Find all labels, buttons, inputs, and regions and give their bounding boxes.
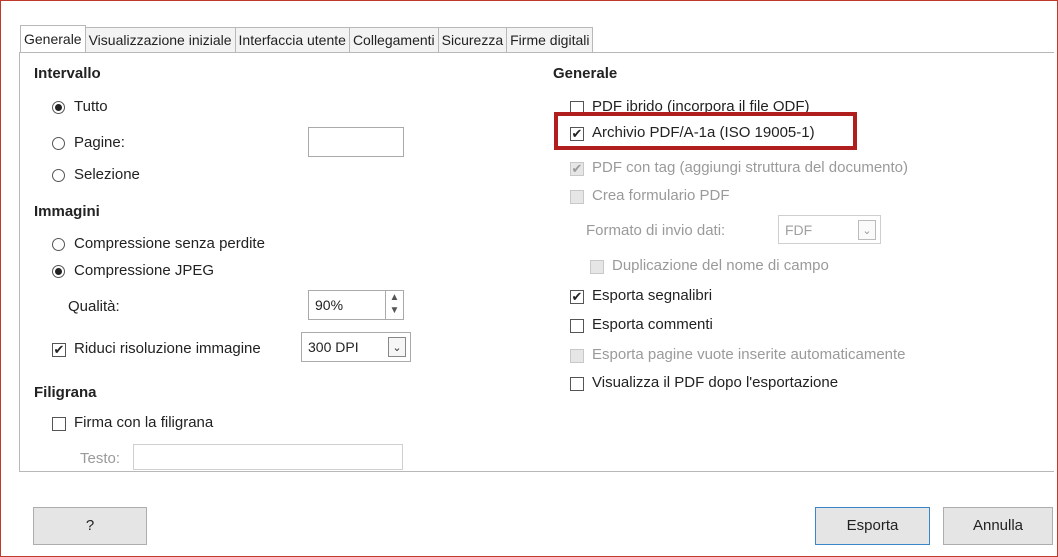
pagine-vuote-row[interactable]: Esporta pagine vuote inserite automatica… [570, 346, 990, 366]
qualita-value: 90% [315, 297, 344, 313]
radio-lossless-row[interactable]: Compressione senza perdite [52, 235, 352, 255]
visualizza-checkbox[interactable] [570, 377, 584, 391]
formulario-checkbox[interactable] [570, 190, 584, 204]
archivio-checkbox[interactable]: ✔ [570, 127, 584, 141]
duplicazione-row[interactable]: Duplicazione del nome di campo [590, 257, 890, 277]
formulario-row[interactable]: Crea formulario PDF [570, 187, 870, 207]
radio-tutto[interactable] [52, 101, 65, 114]
tab-interfaccia-utente[interactable]: Interfaccia utente [234, 27, 350, 52]
pdf-tag-row[interactable]: ✔ PDF con tag (aggiungi struttura del do… [570, 159, 990, 179]
segnalibri-checkbox[interactable]: ✔ [570, 290, 584, 304]
riduci-label: Riduci risoluzione immagine [74, 340, 261, 357]
segnalibri-row[interactable]: ✔ Esporta segnalibri [570, 287, 870, 307]
pagine-vuote-checkbox[interactable] [570, 349, 584, 363]
tab-sicurezza[interactable]: Sicurezza [437, 27, 508, 52]
formato-value: FDF [785, 222, 813, 238]
radio-selezione-row[interactable]: Selezione [52, 166, 252, 186]
radio-pagine-row[interactable]: Pagine: [52, 134, 252, 154]
commenti-label: Esporta commenti [592, 316, 713, 333]
chevron-down-icon[interactable]: ⌄ [388, 337, 406, 357]
pagine-vuote-label: Esporta pagine vuote inserite automatica… [592, 346, 906, 363]
pdf-tag-label: PDF con tag (aggiungi struttura del docu… [592, 159, 909, 176]
testo-label: Testo: [80, 450, 121, 467]
firma-checkbox[interactable] [52, 417, 66, 431]
intervallo-header: Intervallo [34, 65, 101, 82]
pdf-tag-checkbox[interactable]: ✔ [570, 162, 584, 176]
spin-arrows-icon[interactable]: ▲ ▼ [385, 291, 403, 319]
visualizza-label: Visualizza il PDF dopo l'esportazione [592, 374, 839, 391]
tab-generale[interactable]: Generale [20, 25, 86, 52]
duplicazione-checkbox[interactable] [590, 260, 604, 274]
qualita-label: Qualità: [68, 298, 120, 315]
export-button[interactable]: Esporta [815, 507, 930, 545]
generale-header: Generale [553, 65, 618, 82]
radio-jpeg-row[interactable]: Compressione JPEG [52, 262, 352, 282]
radio-selezione[interactable] [52, 169, 65, 182]
tab-firme-digitali[interactable]: Firme digitali [506, 27, 594, 52]
riduci-row[interactable]: ✔ Riduci risoluzione immagine [52, 340, 302, 360]
radio-pagine[interactable] [52, 137, 65, 150]
segnalibri-label: Esporta segnalibri [592, 287, 713, 304]
formulario-label: Crea formulario PDF [592, 187, 730, 204]
radio-pagine-label: Pagine: [74, 134, 125, 151]
tab-bar: Generale Visualizzazione iniziale Interf… [20, 25, 594, 52]
radio-jpeg[interactable] [52, 265, 65, 278]
immagini-header: Immagini [34, 203, 100, 220]
radio-tutto-row[interactable]: Tutto [52, 98, 352, 118]
commenti-checkbox[interactable] [570, 319, 584, 333]
radio-lossless[interactable] [52, 238, 65, 251]
archivio-row[interactable]: ✔ Archivio PDF/A-1a (ISO 19005-1) [570, 124, 870, 144]
duplicazione-label: Duplicazione del nome di campo [612, 257, 829, 274]
radio-lossless-label: Compressione senza perdite [74, 235, 265, 252]
cancel-button[interactable]: Annulla [943, 507, 1053, 545]
radio-selezione-label: Selezione [74, 166, 140, 183]
firma-label: Firma con la filigrana [74, 414, 214, 431]
chevron-down-icon[interactable]: ⌄ [858, 220, 876, 240]
help-button[interactable]: ? [33, 507, 147, 545]
pagine-input[interactable] [308, 127, 404, 157]
commenti-row[interactable]: Esporta commenti [570, 316, 870, 336]
qualita-spinbox[interactable]: 90% ▲ ▼ [308, 290, 404, 320]
riduci-checkbox[interactable]: ✔ [52, 343, 66, 357]
testo-input[interactable] [133, 444, 403, 470]
formato-select[interactable]: FDF ⌄ [778, 215, 881, 244]
dpi-value: 300 DPI [308, 339, 359, 355]
formato-label: Formato di invio dati: [586, 222, 726, 239]
radio-tutto-label: Tutto [74, 98, 108, 115]
radio-jpeg-label: Compressione JPEG [74, 262, 215, 279]
archivio-label: Archivio PDF/A-1a (ISO 19005-1) [592, 124, 815, 141]
dpi-select[interactable]: 300 DPI ⌄ [301, 332, 411, 362]
visualizza-row[interactable]: Visualizza il PDF dopo l'esportazione [570, 374, 920, 394]
tab-visualizzazione-iniziale[interactable]: Visualizzazione iniziale [84, 27, 236, 52]
filigrana-header: Filigrana [34, 384, 97, 401]
firma-row[interactable]: Firma con la filigrana [52, 414, 302, 434]
tab-collegamenti[interactable]: Collegamenti [348, 27, 439, 52]
